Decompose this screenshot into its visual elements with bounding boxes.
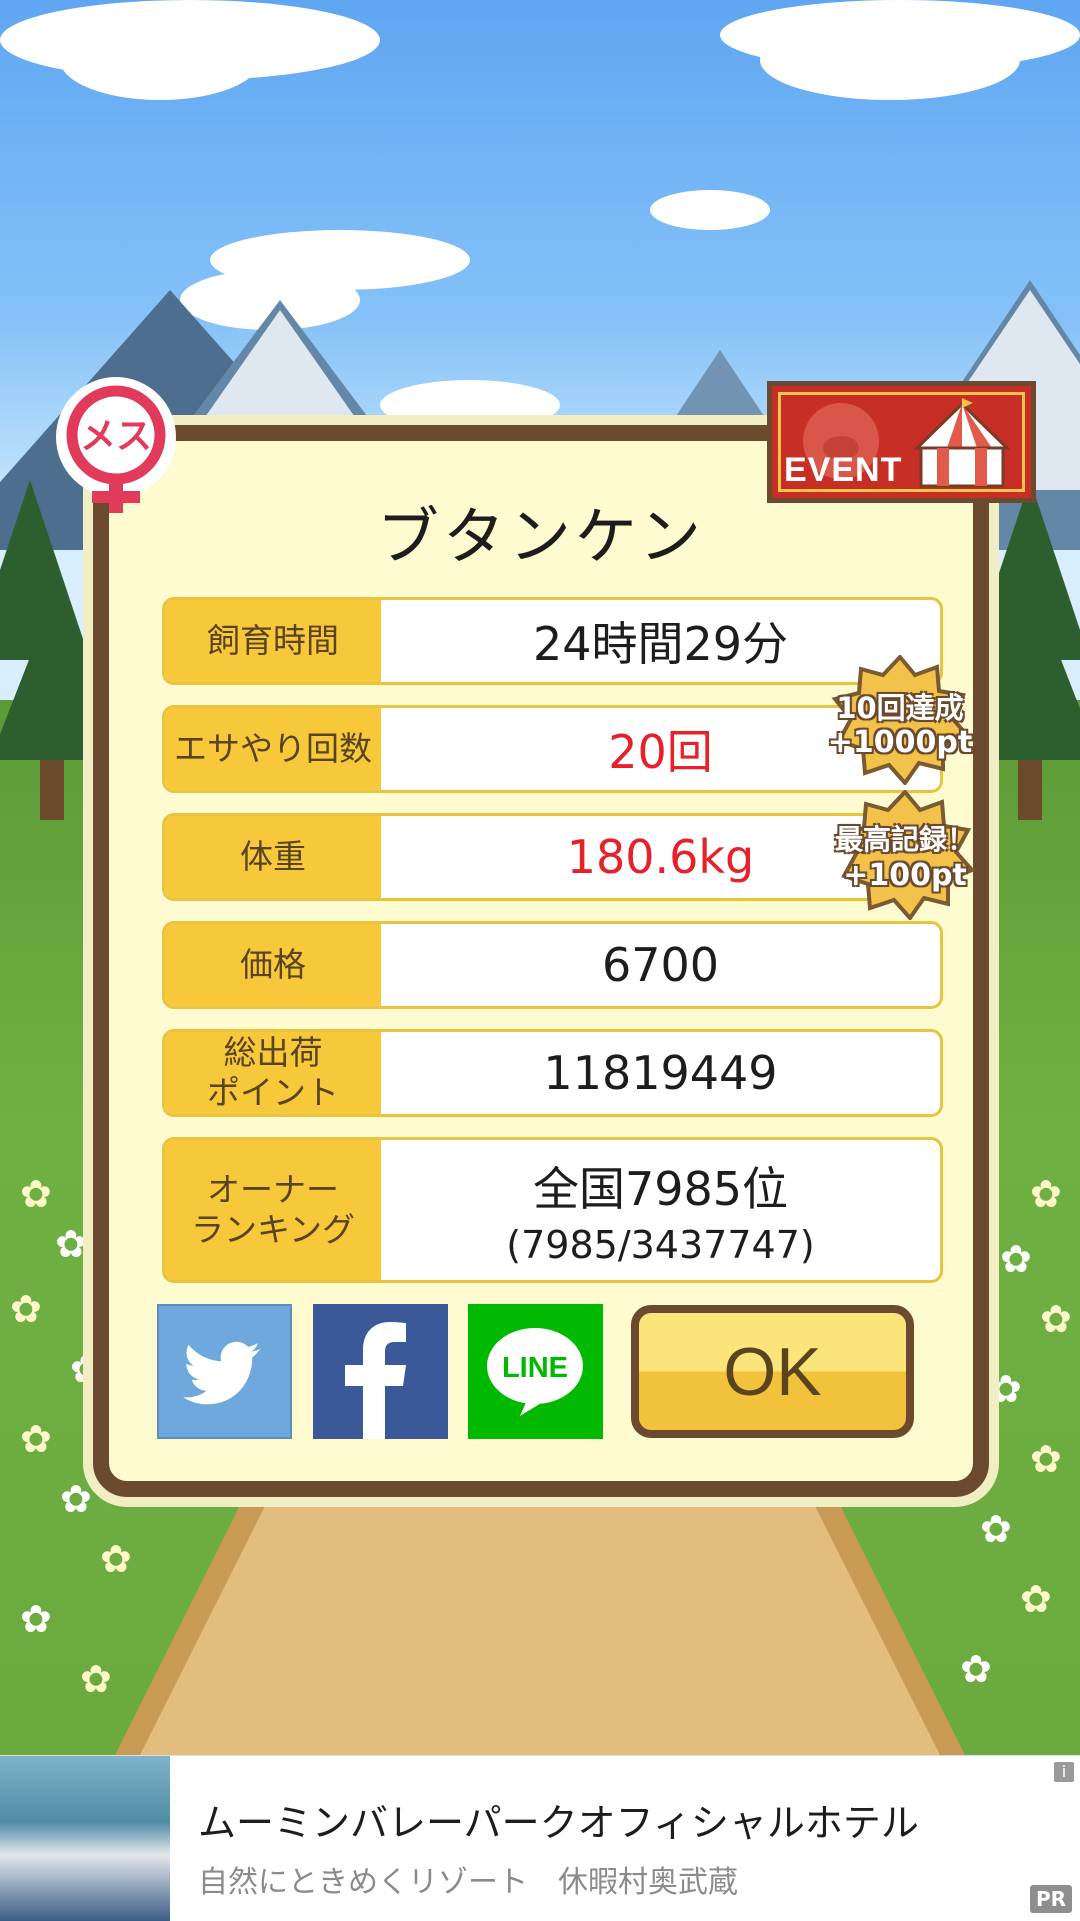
flower: ✿	[10, 1287, 42, 1331]
bonus-stamp-weight: 最高記録！ +100pt	[830, 788, 980, 922]
stat-label: エサやり回数	[165, 708, 381, 790]
ad-banner[interactable]: ムーミンバレーパークオフィシャルホテル 自然にときめくリゾート 休暇村奥武蔵 i…	[0, 1755, 1080, 1921]
flower: ✿	[20, 1172, 52, 1216]
flower: ✿	[60, 1477, 92, 1521]
facebook-share-button[interactable]	[313, 1304, 448, 1439]
stat-label: オーナー ランキング	[165, 1140, 381, 1280]
stat-label: 飼育時間	[165, 600, 381, 682]
stamp-line2: +1000pt	[827, 725, 973, 760]
flower: ✿	[100, 1537, 132, 1581]
stat-row-price: 価格 6700	[162, 921, 943, 1009]
stat-label: 価格	[165, 924, 381, 1006]
ad-image[interactable]	[0, 1756, 170, 1921]
ad-subtext[interactable]: 自然にときめくリゾート 休暇村奥武蔵	[198, 1857, 738, 1901]
line-share-button[interactable]: LINE	[468, 1304, 603, 1439]
flower: ✿	[1030, 1172, 1062, 1216]
female-gender-badge: メス	[52, 375, 180, 525]
flower: ✿	[1030, 1437, 1062, 1481]
pig-result-dialog: ブタンケン 飼育時間 24時間29分 エサやり回数 20回 体重 180.6kg…	[93, 425, 989, 1497]
bonus-stamp-feed: 10回達成 +1000pt	[825, 653, 975, 787]
cloud	[760, 20, 1020, 100]
gender-label: メス	[79, 416, 152, 457]
stamp-line1: 最高記録！	[834, 823, 975, 856]
ad-pr-label: PR	[1029, 1885, 1072, 1913]
stat-value: 11819449	[543, 1046, 778, 1100]
line-icon: LINE	[487, 1328, 583, 1416]
flower: ✿	[1040, 1297, 1072, 1341]
twitter-icon	[183, 1341, 260, 1405]
flower: ✿	[20, 1417, 52, 1461]
stat-row-weight: 体重 180.6kg	[162, 813, 943, 901]
flower: ✿	[55, 1222, 87, 1266]
stat-label: 体重	[165, 816, 381, 898]
stamp-line1: 10回達成	[836, 691, 964, 725]
flower: ✿	[20, 1597, 52, 1641]
cloud	[650, 190, 770, 230]
stat-label: 総出荷 ポイント	[165, 1032, 381, 1114]
event-label: EVENT	[784, 451, 903, 489]
event-button[interactable]: EVENT	[767, 381, 1036, 503]
flower: ✿	[80, 1657, 112, 1701]
stamp-line2: +100pt	[843, 858, 967, 893]
line-logo-text: LINE	[502, 1352, 568, 1384]
ad-info-icon[interactable]: i	[1054, 1762, 1074, 1782]
circus-tent-icon	[913, 398, 1011, 488]
flower: ✿	[960, 1647, 992, 1691]
flower: ✿	[1000, 1237, 1032, 1281]
flower: ✿	[1020, 1577, 1052, 1621]
stat-value: 6700	[601, 938, 720, 992]
cloud	[60, 20, 260, 100]
ok-button[interactable]: OK	[631, 1305, 914, 1438]
twitter-share-button[interactable]	[157, 1304, 292, 1439]
stat-row-total-shipping-points: 総出荷 ポイント 11819449	[162, 1029, 943, 1117]
dirt-path	[140, 1500, 940, 1755]
stat-value: 全国7985位 (7985/3437747)	[381, 1140, 940, 1280]
ad-headline[interactable]: ムーミンバレーパークオフィシャルホテル	[198, 1792, 919, 1847]
tree-trunk	[1018, 760, 1042, 820]
ranking-detail: (7985/3437747)	[506, 1223, 815, 1267]
ranking-value: 全国7985位	[532, 1162, 789, 1216]
flower: ✿	[980, 1507, 1012, 1551]
flower: ✿	[990, 1367, 1022, 1411]
facebook-icon	[345, 1322, 406, 1439]
stat-row-owner-ranking: オーナー ランキング 全国7985位 (7985/3437747)	[162, 1137, 943, 1283]
tree-trunk	[40, 760, 64, 820]
